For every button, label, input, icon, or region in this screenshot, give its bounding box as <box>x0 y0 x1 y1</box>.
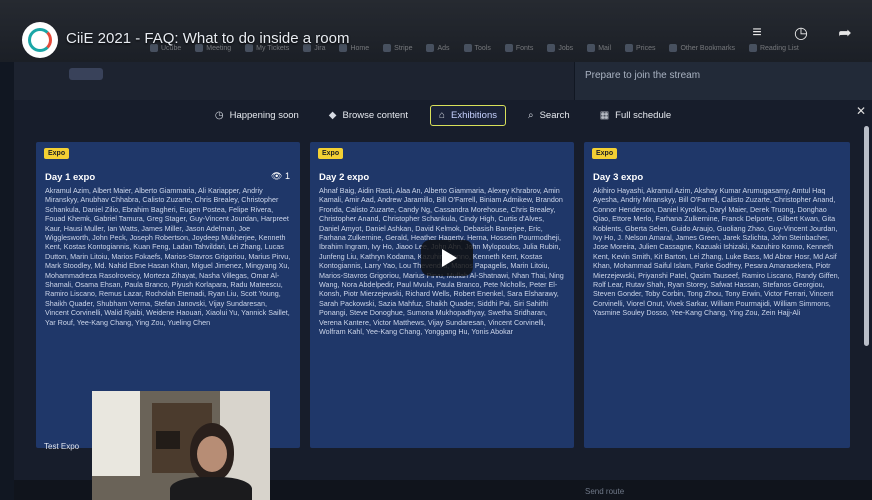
expo-participants: Akihiro Hayashi, Akramul Azim, Akshay Ku… <box>593 186 840 318</box>
picture-frame <box>156 431 180 449</box>
booth-icon: ⌂ <box>438 109 446 121</box>
logo-ring-icon <box>28 28 52 52</box>
tab-label: Browse content <box>342 109 408 121</box>
bottom-bar-text: Send route <box>585 487 625 496</box>
bookmark-label: Other Bookmarks <box>680 44 735 52</box>
video-actions: ≡ ◷ ➦ <box>748 24 854 42</box>
expo-title: Day 1 expo <box>45 172 96 183</box>
play-button[interactable] <box>421 240 473 276</box>
tab-label: Full schedule <box>615 109 672 121</box>
close-icon[interactable]: ✕ <box>856 104 866 118</box>
search-icon: ⌕ <box>527 109 534 121</box>
bookmark-item[interactable]: Other Bookmarks <box>669 44 735 52</box>
expo-title: Day 3 expo <box>593 172 644 183</box>
bookmark-item[interactable]: Mail <box>587 44 611 52</box>
expo-badge: Expo <box>318 148 344 159</box>
bookmark-label: Ads <box>437 44 450 52</box>
scrollbar[interactable] <box>864 126 869 346</box>
tab-happening-soon[interactable]: ◷ Happening soon <box>207 106 307 125</box>
tab-full-schedule[interactable]: ▦ Full schedule <box>592 106 679 125</box>
bookmark-item[interactable]: Reading List <box>748 44 799 52</box>
video-title[interactable]: CiiE 2021 - FAQ: What to do inside a roo… <box>66 30 349 47</box>
bookmark-label: Jobs <box>558 44 574 52</box>
bookmark-label: Reading List <box>759 44 799 52</box>
bookmark-icon <box>547 44 556 52</box>
tab-label: Search <box>539 109 570 121</box>
bookmark-item[interactable]: Ads <box>426 44 450 52</box>
expo-badge: Expo <box>592 148 618 159</box>
bookmark-label: Home <box>350 44 370 52</box>
bookmark-icon <box>748 44 757 52</box>
tab-search[interactable]: ⌕ Search <box>520 106 578 125</box>
calendar-icon: ▦ <box>599 109 610 121</box>
modal-tabs: ◷ Happening soon ◆ Browse content ⌂ Exhibit… <box>14 100 872 130</box>
bookmark-label: Mail <box>598 44 612 52</box>
tab-label: Happening soon <box>229 109 299 121</box>
bookmark-item[interactable]: Prices <box>625 44 655 52</box>
play-icon <box>441 249 457 267</box>
bookmark-item[interactable]: Stripe <box>383 44 412 52</box>
bookmark-icon <box>463 44 472 52</box>
header-pill <box>69 68 103 80</box>
bookmark-icon <box>504 44 513 52</box>
bookmark-item[interactable]: Tools <box>463 44 491 52</box>
bookmark-label: Prices <box>636 44 656 52</box>
expo-participants: Akramul Azim, Albert Maier, Alberto Giam… <box>45 186 291 327</box>
viewer-count: 👁 1 <box>271 171 290 182</box>
bookmark-label: Tools <box>474 44 491 52</box>
share-icon[interactable]: ➦ <box>836 24 854 42</box>
bookmark-icon <box>587 44 596 52</box>
underlying-header <box>14 62 574 100</box>
tag-icon: ◆ <box>328 109 337 121</box>
tab-exhibitions[interactable]: ⌂ Exhibitions <box>429 104 506 126</box>
bookmark-icon <box>625 44 634 52</box>
eye-icon: 👁 <box>271 171 283 181</box>
bookmark-label: Fonts <box>515 44 534 52</box>
presenter-face <box>197 436 227 472</box>
stream-panel <box>575 62 872 100</box>
video-player[interactable]: Ucube Meeting My Tickets Jira Home Stripe Ads T… <box>0 0 872 500</box>
test-expo-label[interactable]: Test Expo <box>44 442 79 451</box>
expo-badge: Expo <box>44 148 70 159</box>
bookmark-item[interactable]: Fonts <box>504 44 534 52</box>
bookmark-icon <box>383 44 392 52</box>
bookmark-item[interactable]: Jobs <box>547 44 573 52</box>
tab-label: Exhibitions <box>451 109 497 121</box>
bookmark-icon <box>669 44 678 52</box>
expo-title: Day 2 expo <box>319 172 370 183</box>
playlist-icon[interactable]: ≡ <box>748 24 766 42</box>
window-light <box>92 391 140 476</box>
webcam-overlay <box>92 391 270 500</box>
stream-prompt: Prepare to join the stream <box>585 70 701 81</box>
bookmark-icon <box>426 44 435 52</box>
presenter-body <box>170 477 252 500</box>
watch-later-icon[interactable]: ◷ <box>792 24 810 42</box>
expo-card-day-2[interactable]: Expo Day 2 expo Ahnaf Baig, Aidin Rasti,… <box>310 142 574 448</box>
clock-icon: ◷ <box>214 109 224 121</box>
tab-browse-content[interactable]: ◆ Browse content <box>321 106 416 125</box>
channel-logo[interactable] <box>22 22 58 58</box>
bookmark-label: Stripe <box>394 44 413 52</box>
expo-card-day-3[interactable]: Expo Day 3 expo Akihiro Hayashi, Akramul… <box>584 142 850 448</box>
viewer-count-value: 1 <box>284 171 290 181</box>
